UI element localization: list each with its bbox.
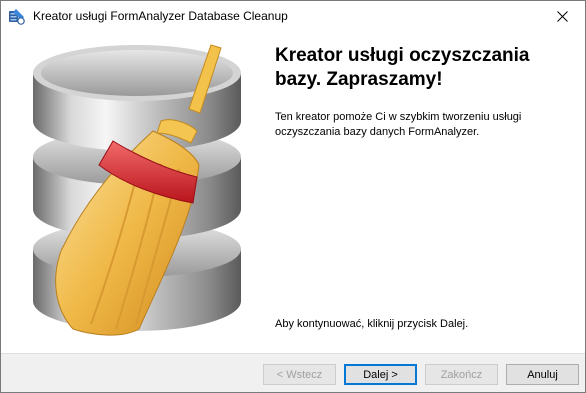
window-title: Kreator usługi FormAnalyzer Database Cle…	[33, 9, 288, 23]
close-button[interactable]	[539, 1, 585, 32]
wizard-window: Kreator usługi FormAnalyzer Database Cle…	[0, 0, 586, 393]
app-icon	[9, 9, 25, 25]
finish-button[interactable]: Zakończ	[425, 364, 498, 385]
next-button[interactable]: Dalej >	[344, 364, 417, 385]
wizard-content: Kreator usługi oczyszczania bazy. Zapras…	[1, 32, 585, 353]
back-button[interactable]: < Wstecz	[263, 364, 336, 385]
continue-instruction: Aby kontynuować, kliknij przycisk Dalej.	[275, 318, 469, 330]
button-bar: < Wstecz Dalej > Zakończ Anuluj	[1, 353, 585, 392]
cancel-button[interactable]: Anuluj	[506, 364, 579, 385]
title-bar[interactable]: Kreator usługi FormAnalyzer Database Cle…	[1, 1, 585, 32]
database-broom-icon	[33, 44, 241, 336]
close-icon	[556, 11, 568, 22]
wizard-description: Ten kreator pomoże Ci w szybkim tworzeni…	[275, 111, 522, 138]
wizard-heading: Kreator usługi oczyszczania bazy. Zapras…	[275, 45, 530, 90]
